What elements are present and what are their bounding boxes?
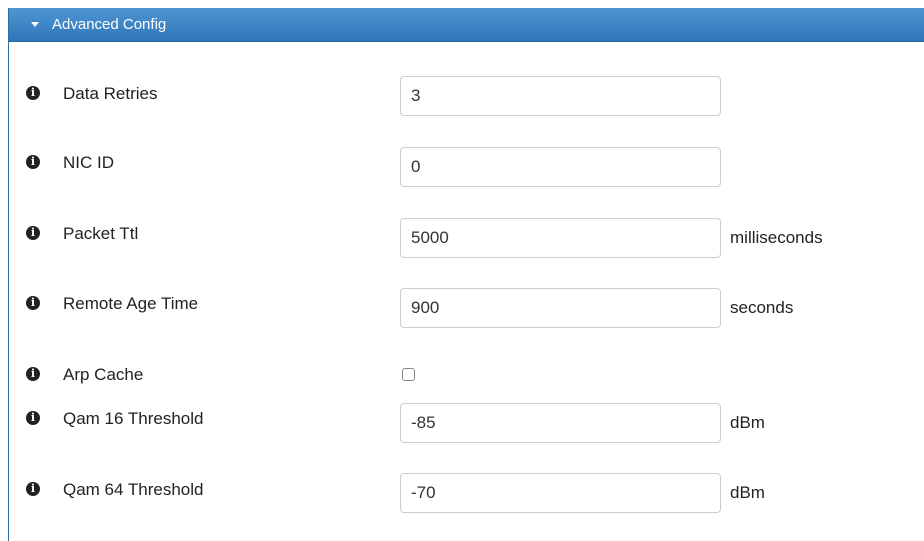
remote-age-time-input[interactable] bbox=[400, 288, 721, 328]
qam16-threshold-input[interactable] bbox=[400, 403, 721, 443]
remote-age-time-label: Remote Age Time bbox=[63, 294, 199, 313]
info-icon[interactable]: i bbox=[26, 86, 40, 100]
data-retries-label: Data Retries bbox=[63, 84, 158, 103]
info-icon[interactable]: i bbox=[26, 226, 40, 240]
info-icon[interactable]: i bbox=[26, 367, 40, 381]
info-icon[interactable]: i bbox=[26, 482, 40, 496]
info-icon[interactable]: i bbox=[26, 296, 40, 310]
panel-title: Advanced Config bbox=[52, 16, 167, 33]
qam64-threshold-input[interactable] bbox=[400, 473, 721, 513]
qam64-threshold-label: Qam 64 Threshold bbox=[63, 480, 204, 499]
packet-ttl-unit: milliseconds bbox=[730, 228, 823, 247]
packet-ttl-label: Packet Ttl bbox=[63, 224, 139, 243]
qam16-threshold-unit: dBm bbox=[730, 413, 765, 432]
nic-id-input[interactable] bbox=[400, 147, 721, 187]
advanced-config-header[interactable]: Advanced Config bbox=[9, 8, 924, 42]
info-icon[interactable]: i bbox=[26, 411, 40, 425]
remote-age-time-unit: seconds bbox=[730, 298, 794, 317]
nic-id-label: NIC ID bbox=[63, 153, 114, 172]
qam16-threshold-label: Qam 16 Threshold bbox=[63, 409, 204, 428]
data-retries-input[interactable] bbox=[400, 76, 721, 116]
qam64-threshold-unit: dBm bbox=[730, 483, 765, 502]
arp-cache-checkbox[interactable] bbox=[402, 368, 415, 381]
packet-ttl-input[interactable] bbox=[400, 218, 721, 258]
info-icon[interactable]: i bbox=[26, 155, 40, 169]
arp-cache-label: Arp Cache bbox=[63, 365, 144, 384]
advanced-config-panel: Advanced Config i Data Retries i NIC ID … bbox=[8, 8, 924, 541]
caret-down-icon bbox=[31, 22, 39, 27]
